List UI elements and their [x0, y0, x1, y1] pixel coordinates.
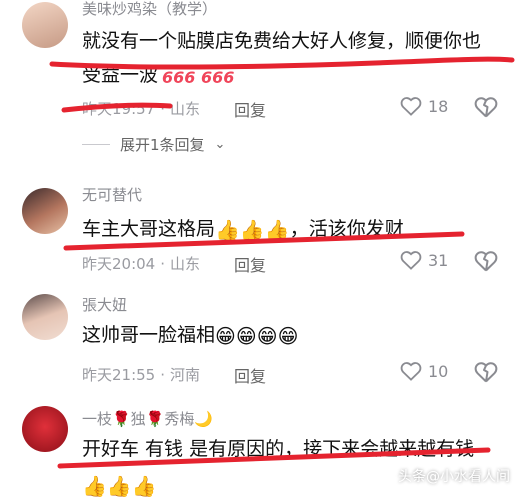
- comment-meta: 昨天20:04 · 山东: [82, 253, 200, 274]
- avatar[interactable]: [22, 188, 68, 234]
- comment-username[interactable]: 張大妞: [82, 294, 127, 315]
- comment-username[interactable]: 一枝🌹独🌹秀梅🌙: [82, 408, 213, 429]
- dislike-button[interactable]: [474, 96, 498, 122]
- avatar[interactable]: [22, 406, 68, 452]
- comment-text: 👍👍👍: [82, 468, 157, 502]
- comment-text-line: 就没有一个贴膜店免费给大好人修复，顺便你也: [82, 30, 482, 52]
- emoji-666: 666 666: [162, 68, 235, 87]
- comment-text-segment: 受益一波: [82, 64, 159, 86]
- dislike-button[interactable]: [474, 361, 498, 387]
- like-count: 10: [428, 361, 449, 381]
- comment-meta: 昨天19:57 · 山东: [82, 98, 200, 119]
- expand-label: 展开1条回复: [120, 136, 205, 154]
- thumbs-up-emoji: 👍👍👍: [215, 218, 290, 242]
- expand-replies[interactable]: 展开1条回复 ⌄: [82, 134, 225, 155]
- comment-location: 山东: [170, 100, 201, 118]
- watermark: 头条@小水看人间: [398, 469, 510, 485]
- comment-time: 昨天20:04: [82, 255, 156, 273]
- comment-text-segment: 车主大哥这格局: [82, 218, 216, 240]
- avatar[interactable]: [22, 294, 68, 340]
- chevron-down-icon: ⌄: [214, 137, 226, 152]
- reply-button[interactable]: 回复: [234, 363, 266, 387]
- comment-time: 昨天21:55: [82, 366, 156, 384]
- comment-username[interactable]: 无可替代: [82, 184, 142, 205]
- separator-dot: ·: [160, 255, 166, 273]
- divider: [82, 144, 110, 145]
- comment-text-segment: ，活该你发财: [289, 218, 404, 240]
- like-count: 31: [428, 250, 449, 270]
- comment-text: 开好车 有钱 是有原因的，接下来会越来越有钱: [82, 432, 474, 466]
- broken-heart-icon: [474, 362, 498, 383]
- like-button[interactable]: 10: [400, 361, 448, 381]
- like-count: 18: [428, 96, 449, 116]
- comment-location: 河南: [170, 366, 201, 384]
- comment-text-segment: 这帅哥一脸福相: [82, 324, 216, 346]
- comment-time: 昨天19:57: [82, 100, 156, 118]
- comment-text: 这帅哥一脸福相😁😁😁😁: [82, 318, 298, 352]
- reply-button[interactable]: 回复: [234, 252, 266, 276]
- comment-item: 美味炒鸡染（教学） 就没有一个贴膜店免费给大好人修复，顺便你也 受益一波 666 …: [0, 0, 524, 170]
- avatar[interactable]: [22, 2, 68, 48]
- dislike-button[interactable]: [474, 250, 498, 276]
- comment-item: 張大妞 这帅哥一脸福相😁😁😁😁 昨天21:55 · 河南 回复 10: [0, 288, 524, 398]
- comment-text: 车主大哥这格局👍👍👍，活该你发财: [82, 212, 404, 246]
- like-button[interactable]: 31: [400, 250, 448, 270]
- separator-dot: ·: [160, 366, 166, 384]
- heart-icon: [400, 362, 422, 381]
- comment-text-segment: 开好车 有钱 是有原因的，接下来会越来越有钱: [82, 438, 475, 460]
- heart-icon: [400, 97, 422, 116]
- comment-text: 就没有一个贴膜店免费给大好人修复，顺便你也 受益一波 666 666: [82, 24, 481, 92]
- separator-dot: ·: [160, 100, 166, 118]
- grinning-emoji: 😁😁😁😁: [215, 324, 299, 348]
- comment-username[interactable]: 美味炒鸡染（教学）: [82, 0, 217, 19]
- heart-icon: [400, 251, 422, 270]
- comment-meta: 昨天21:55 · 河南: [82, 364, 200, 385]
- comment-item: 无可替代 车主大哥这格局👍👍👍，活该你发财 昨天20:04 · 山东 回复 31: [0, 180, 524, 280]
- reply-button[interactable]: 回复: [234, 97, 266, 121]
- thumbs-up-emoji: 👍👍👍: [82, 474, 157, 498]
- broken-heart-icon: [474, 251, 498, 272]
- like-button[interactable]: 18: [400, 96, 448, 116]
- comment-text-line: 受益一波 666 666: [82, 58, 481, 92]
- comment-location: 山东: [170, 255, 201, 273]
- broken-heart-icon: [474, 97, 498, 118]
